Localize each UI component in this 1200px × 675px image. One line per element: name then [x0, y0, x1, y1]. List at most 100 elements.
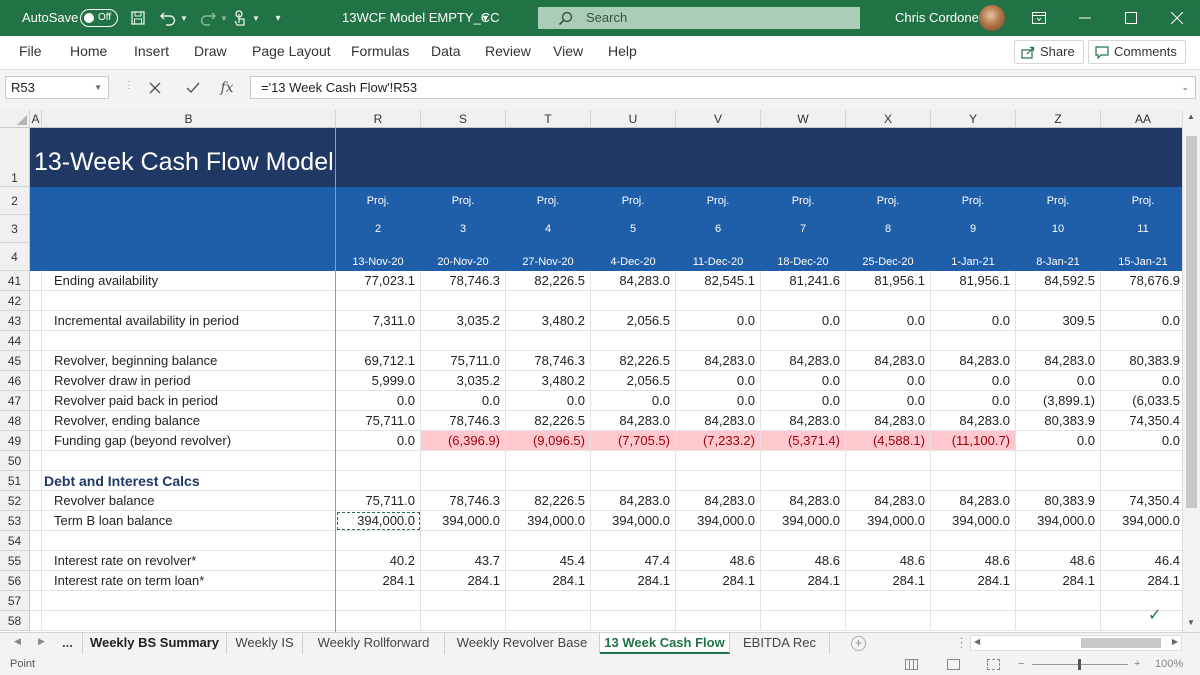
row-header-49[interactable]: 49 — [0, 431, 30, 451]
value-cell[interactable]: 78,746.3 — [421, 271, 506, 291]
tab-formulas[interactable]: Formulas — [351, 36, 409, 66]
header-fill-cell[interactable] — [42, 187, 336, 215]
row-header-50[interactable]: 50 — [0, 451, 30, 471]
scroll-left-icon[interactable]: ◀ — [974, 637, 980, 646]
value-cell[interactable] — [336, 591, 421, 611]
value-cell[interactable] — [931, 331, 1016, 351]
row-label[interactable] — [42, 291, 336, 311]
value-cell[interactable] — [506, 471, 591, 491]
row-label[interactable]: Revolver balance — [42, 491, 336, 511]
value-cell[interactable] — [676, 591, 761, 611]
value-cell[interactable]: 0.0 — [1101, 311, 1182, 331]
value-cell[interactable]: (5,371.4) — [761, 431, 846, 451]
value-cell[interactable] — [506, 611, 591, 631]
value-cell[interactable]: 2,056.5 — [591, 311, 676, 331]
cell-a[interactable] — [30, 391, 42, 411]
value-cell[interactable]: 84,283.0 — [591, 411, 676, 431]
header-fill-cell[interactable] — [42, 215, 336, 243]
value-cell[interactable] — [336, 291, 421, 311]
value-cell[interactable] — [506, 531, 591, 551]
sheet-tab-ebitda-rec[interactable]: EBITDA Rec — [730, 633, 830, 654]
value-cell[interactable]: 40.2 — [336, 551, 421, 571]
row-label[interactable]: Incremental availability in period — [42, 311, 336, 331]
zoom-in-icon[interactable]: + — [1134, 654, 1140, 675]
formula-input[interactable]: ='13 Week Cash Flow'!R53 ⌄ — [250, 76, 1196, 99]
value-cell[interactable] — [1101, 471, 1182, 491]
value-cell[interactable] — [676, 451, 761, 471]
value-cell[interactable]: 394,000.0 — [676, 511, 761, 531]
tab-home[interactable]: Home — [70, 36, 107, 66]
period-number-cell[interactable]: 10 — [1016, 215, 1101, 243]
value-cell[interactable]: 80,383.9 — [1016, 491, 1101, 511]
proj-label-cell[interactable]: Proj. — [1101, 187, 1182, 215]
zoom-level[interactable]: 100% — [1155, 654, 1183, 675]
value-cell[interactable] — [761, 331, 846, 351]
vertical-scroll-thumb[interactable] — [1186, 136, 1197, 508]
value-cell[interactable] — [591, 471, 676, 491]
cell-a[interactable] — [30, 611, 42, 631]
sheet-tab-weekly-bs-summary[interactable]: Weekly BS Summary — [82, 633, 227, 654]
value-cell[interactable]: (6,396.9) — [421, 431, 506, 451]
value-cell[interactable]: 394,000.0 — [1101, 511, 1182, 531]
value-cell[interactable] — [1016, 291, 1101, 311]
value-cell[interactable]: 0.0 — [1016, 371, 1101, 391]
value-cell[interactable] — [846, 611, 931, 631]
title-fill-cell[interactable] — [336, 128, 421, 187]
tab-file[interactable]: File — [19, 36, 42, 66]
period-number-cell[interactable]: 3 — [421, 215, 506, 243]
prev-sheet-icon[interactable]: ◀ — [14, 636, 21, 647]
value-cell[interactable] — [846, 451, 931, 471]
period-date-cell[interactable]: 11-Dec-20 — [676, 243, 761, 271]
header-fill-cell[interactable] — [42, 243, 336, 271]
sheet-tab-weekly-rollforward[interactable]: Weekly Rollforward — [303, 633, 445, 654]
page-layout-view-icon[interactable] — [947, 659, 960, 670]
period-number-cell[interactable]: 8 — [846, 215, 931, 243]
value-cell[interactable]: 81,956.1 — [846, 271, 931, 291]
title-fill-cell[interactable] — [506, 128, 591, 187]
value-cell[interactable]: 0.0 — [421, 391, 506, 411]
value-cell[interactable] — [336, 471, 421, 491]
title-fill-cell[interactable] — [931, 128, 1016, 187]
cell-a[interactable] — [30, 331, 42, 351]
page-break-view-icon[interactable] — [987, 659, 1000, 670]
formula-bar-grip-icon[interactable]: ⋮ — [124, 80, 134, 91]
period-date-cell[interactable]: 13-Nov-20 — [336, 243, 421, 271]
period-number-cell[interactable]: 4 — [506, 215, 591, 243]
period-number-cell[interactable]: 9 — [931, 215, 1016, 243]
value-cell[interactable]: 0.0 — [846, 311, 931, 331]
user-name[interactable]: Chris Cordone — [895, 0, 979, 36]
scroll-down-icon[interactable]: ▼ — [1187, 618, 1195, 627]
select-all-corner[interactable] — [0, 110, 30, 128]
value-cell[interactable] — [931, 611, 1016, 631]
row-label[interactable]: Revolver draw in period — [42, 371, 336, 391]
title-fill-cell[interactable] — [421, 128, 506, 187]
value-cell[interactable] — [591, 291, 676, 311]
redo-dropdown-icon[interactable]: ▼ — [218, 8, 230, 28]
value-cell[interactable]: 84,283.0 — [676, 491, 761, 511]
value-cell[interactable] — [506, 331, 591, 351]
period-number-cell[interactable]: 6 — [676, 215, 761, 243]
maximize-icon[interactable] — [1108, 0, 1154, 36]
value-cell[interactable]: 0.0 — [676, 391, 761, 411]
file-name-dropdown-icon[interactable]: ▼ — [481, 0, 490, 36]
row-label[interactable] — [42, 331, 336, 351]
next-sheet-icon[interactable]: ▶ — [38, 636, 45, 647]
row-label[interactable] — [42, 451, 336, 471]
value-cell[interactable]: (7,233.2) — [676, 431, 761, 451]
value-cell[interactable]: 0.0 — [506, 391, 591, 411]
value-cell[interactable]: 0.0 — [1016, 431, 1101, 451]
proj-label-cell[interactable]: Proj. — [1016, 187, 1101, 215]
autosave-toggle[interactable]: Off — [80, 9, 118, 27]
value-cell[interactable]: (6,033.5 — [1101, 391, 1182, 411]
value-cell[interactable] — [761, 471, 846, 491]
value-cell[interactable]: 0.0 — [761, 371, 846, 391]
value-cell[interactable] — [421, 591, 506, 611]
period-number-cell[interactable]: 7 — [761, 215, 846, 243]
value-cell[interactable]: 84,283.0 — [761, 351, 846, 371]
value-cell[interactable] — [421, 451, 506, 471]
title-fill-cell[interactable] — [1016, 128, 1101, 187]
column-header-z[interactable]: Z — [1016, 110, 1101, 128]
proj-label-cell[interactable]: Proj. — [676, 187, 761, 215]
value-cell[interactable] — [1016, 451, 1101, 471]
cell-a[interactable] — [30, 591, 42, 611]
